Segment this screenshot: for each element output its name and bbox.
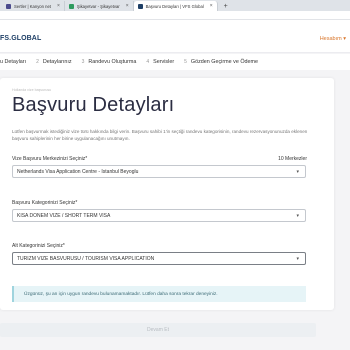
- page-description: Lütfen başvurmak istediğiniz vize türü h…: [12, 129, 308, 141]
- tab-label: Sertler | Kanyon net: [14, 3, 51, 9]
- step-label: Detaylarınız: [42, 59, 72, 65]
- step-number: 5: [184, 59, 187, 65]
- close-icon[interactable]: ×: [57, 3, 60, 9]
- step-label: Servisler: [153, 59, 175, 65]
- step-5: 5 Gözden Geçirme ve Ödeme: [184, 59, 258, 65]
- category-label: Başvuru Kategorinizi Seçiniz*: [12, 200, 78, 206]
- chevron-down-icon: ▾: [296, 213, 299, 219]
- user-menu[interactable]: Hesabım ▾: [320, 36, 346, 42]
- close-icon[interactable]: ×: [210, 3, 213, 9]
- new-tab-button[interactable]: +: [218, 1, 234, 11]
- step-label: u Detayları: [0, 59, 27, 65]
- centre-select-value: Netherlands Visa Application Centre - Is…: [17, 168, 139, 175]
- step-number: 2: [36, 59, 39, 65]
- step-number: 4: [146, 59, 150, 65]
- tab-favicon-icon: [6, 3, 11, 9]
- centre-label: Vize Başvuru Merkezinizi Seçiniz*: [12, 156, 88, 162]
- tab-favicon-icon: [68, 3, 74, 9]
- progress-stepper: u Detayları 2 Detaylarınız 3 Randevu Olu…: [0, 54, 350, 70]
- step-number: 3: [81, 59, 85, 65]
- step-1: u Detayları: [0, 59, 26, 65]
- site-logo[interactable]: FS.GLOBAL: [0, 35, 41, 42]
- no-appointment-alert: Üzgünüz, şu an için uygun randevu buluna…: [12, 286, 306, 302]
- breadcrumb: Hollanda vize başvurusu: [12, 88, 52, 92]
- browser-tab-1[interactable]: Sertler | Kanyon net ×: [2, 1, 65, 11]
- tab-label: Başvuru Detayları | VFS Global: [145, 3, 204, 9]
- category-select-value: KISA DONEM VIZE / SHORT TERM VISA: [17, 212, 111, 219]
- alert-text: Üzgünüz, şu an için uygun randevu buluna…: [24, 291, 218, 297]
- subcategory-select-value: TURIZM VIZE BASVURUSU / TOURISM VISA APP…: [17, 255, 155, 262]
- close-icon[interactable]: ×: [126, 3, 129, 9]
- step-4: 4 Servisler: [146, 59, 174, 65]
- address-bar[interactable]: [0, 11, 350, 20]
- tab-favicon-icon: [137, 3, 143, 9]
- site-header: FS.GLOBAL Hesabım ▾: [0, 20, 350, 53]
- tab-label: Şikayetvar - Şikayetvar: [76, 3, 120, 9]
- browser-tab-2[interactable]: Şikayetvar - Şikayetvar ×: [65, 1, 134, 11]
- step-2: 2 Detaylarınız: [36, 59, 72, 65]
- centre-select[interactable]: Netherlands Visa Application Centre - Is…: [12, 165, 306, 178]
- centre-count: 10 Merkezler: [278, 156, 307, 162]
- step-label: Gözden Geçirme ve Ödeme: [190, 59, 259, 65]
- subcategory-label: Alt Kategorinizi Seçiniz*: [12, 243, 65, 249]
- step-label: Randevu Oluşturma: [88, 59, 137, 65]
- chevron-down-icon: ▾: [296, 169, 299, 175]
- browser-tab-strip: Sertler | Kanyon net × Şikayetvar - Şika…: [0, 0, 350, 11]
- page-title: Başvuru Detayları: [12, 94, 175, 116]
- browser-tab-3[interactable]: Başvuru Detayları | VFS Global ×: [133, 1, 218, 11]
- chevron-down-icon: ▾: [296, 256, 299, 262]
- continue-button[interactable]: Devam Et: [0, 323, 316, 337]
- category-select[interactable]: KISA DONEM VIZE / SHORT TERM VISA ▾: [12, 209, 306, 222]
- subcategory-select[interactable]: TURIZM VIZE BASVURUSU / TOURISM VISA APP…: [12, 252, 306, 265]
- application-details-card: Hollanda vize başvurusu Başvuru Detaylar…: [0, 78, 334, 310]
- step-3: 3 Randevu Oluşturma: [82, 59, 137, 65]
